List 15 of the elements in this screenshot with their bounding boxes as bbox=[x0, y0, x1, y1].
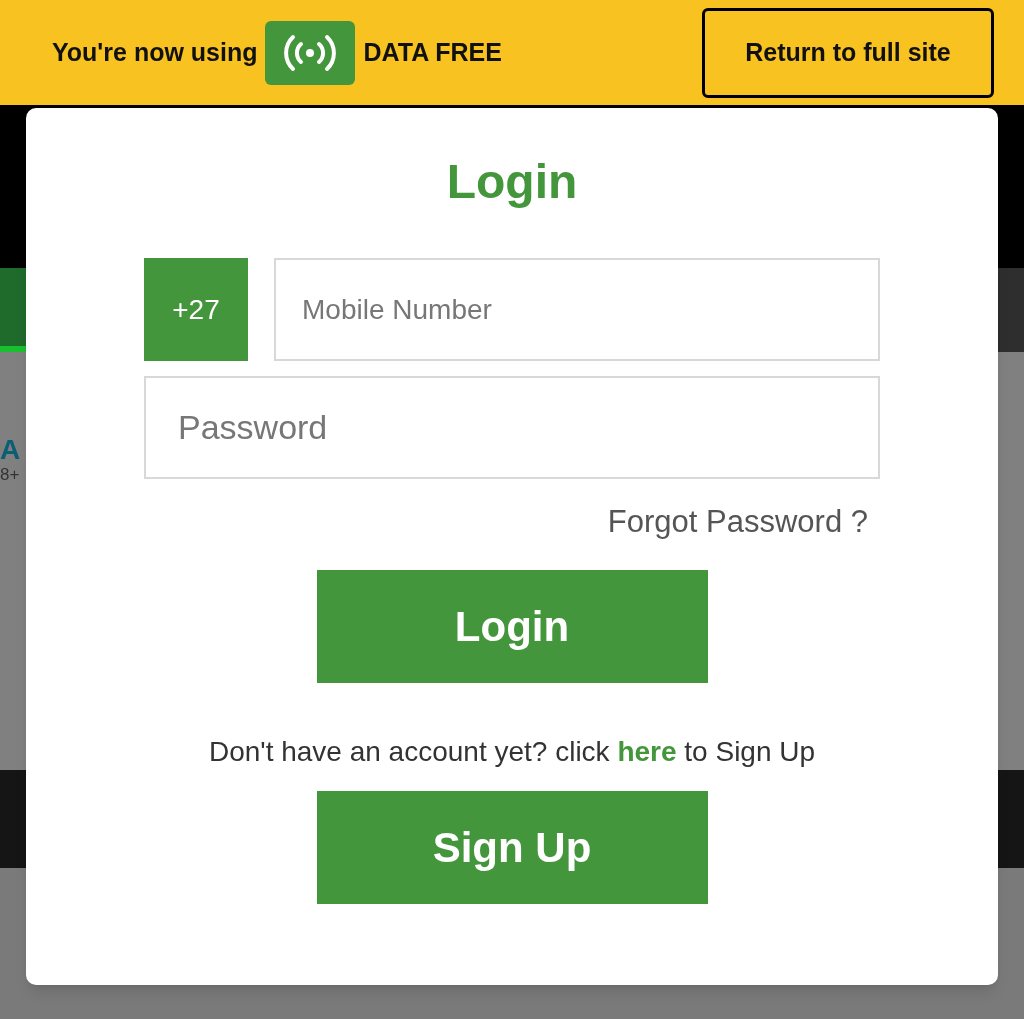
dialog-title: Login bbox=[446, 158, 578, 206]
background-text: 8+ bbox=[0, 466, 20, 483]
banner-text: You're now using bbox=[52, 36, 258, 68]
mobile-number-field[interactable]: Mobile Number bbox=[274, 258, 880, 361]
here-link[interactable]: here bbox=[617, 735, 677, 767]
country-code: +27 bbox=[144, 258, 248, 361]
sign-up-button[interactable]: Sign Up bbox=[316, 790, 708, 904]
signup-prompt: Don't have an account yet? click here to Sign Up bbox=[208, 734, 816, 769]
login-button[interactable]: Login bbox=[316, 569, 708, 683]
banner-label: DATA FREE bbox=[363, 36, 502, 68]
return-to-full-site-button[interactable]: Return to full site bbox=[702, 7, 994, 98]
background-text: A bbox=[0, 436, 21, 464]
signal-icon bbox=[265, 20, 356, 85]
forgot-password-link[interactable]: Forgot Password ? bbox=[607, 499, 868, 546]
password-field[interactable]: Password bbox=[144, 376, 880, 479]
